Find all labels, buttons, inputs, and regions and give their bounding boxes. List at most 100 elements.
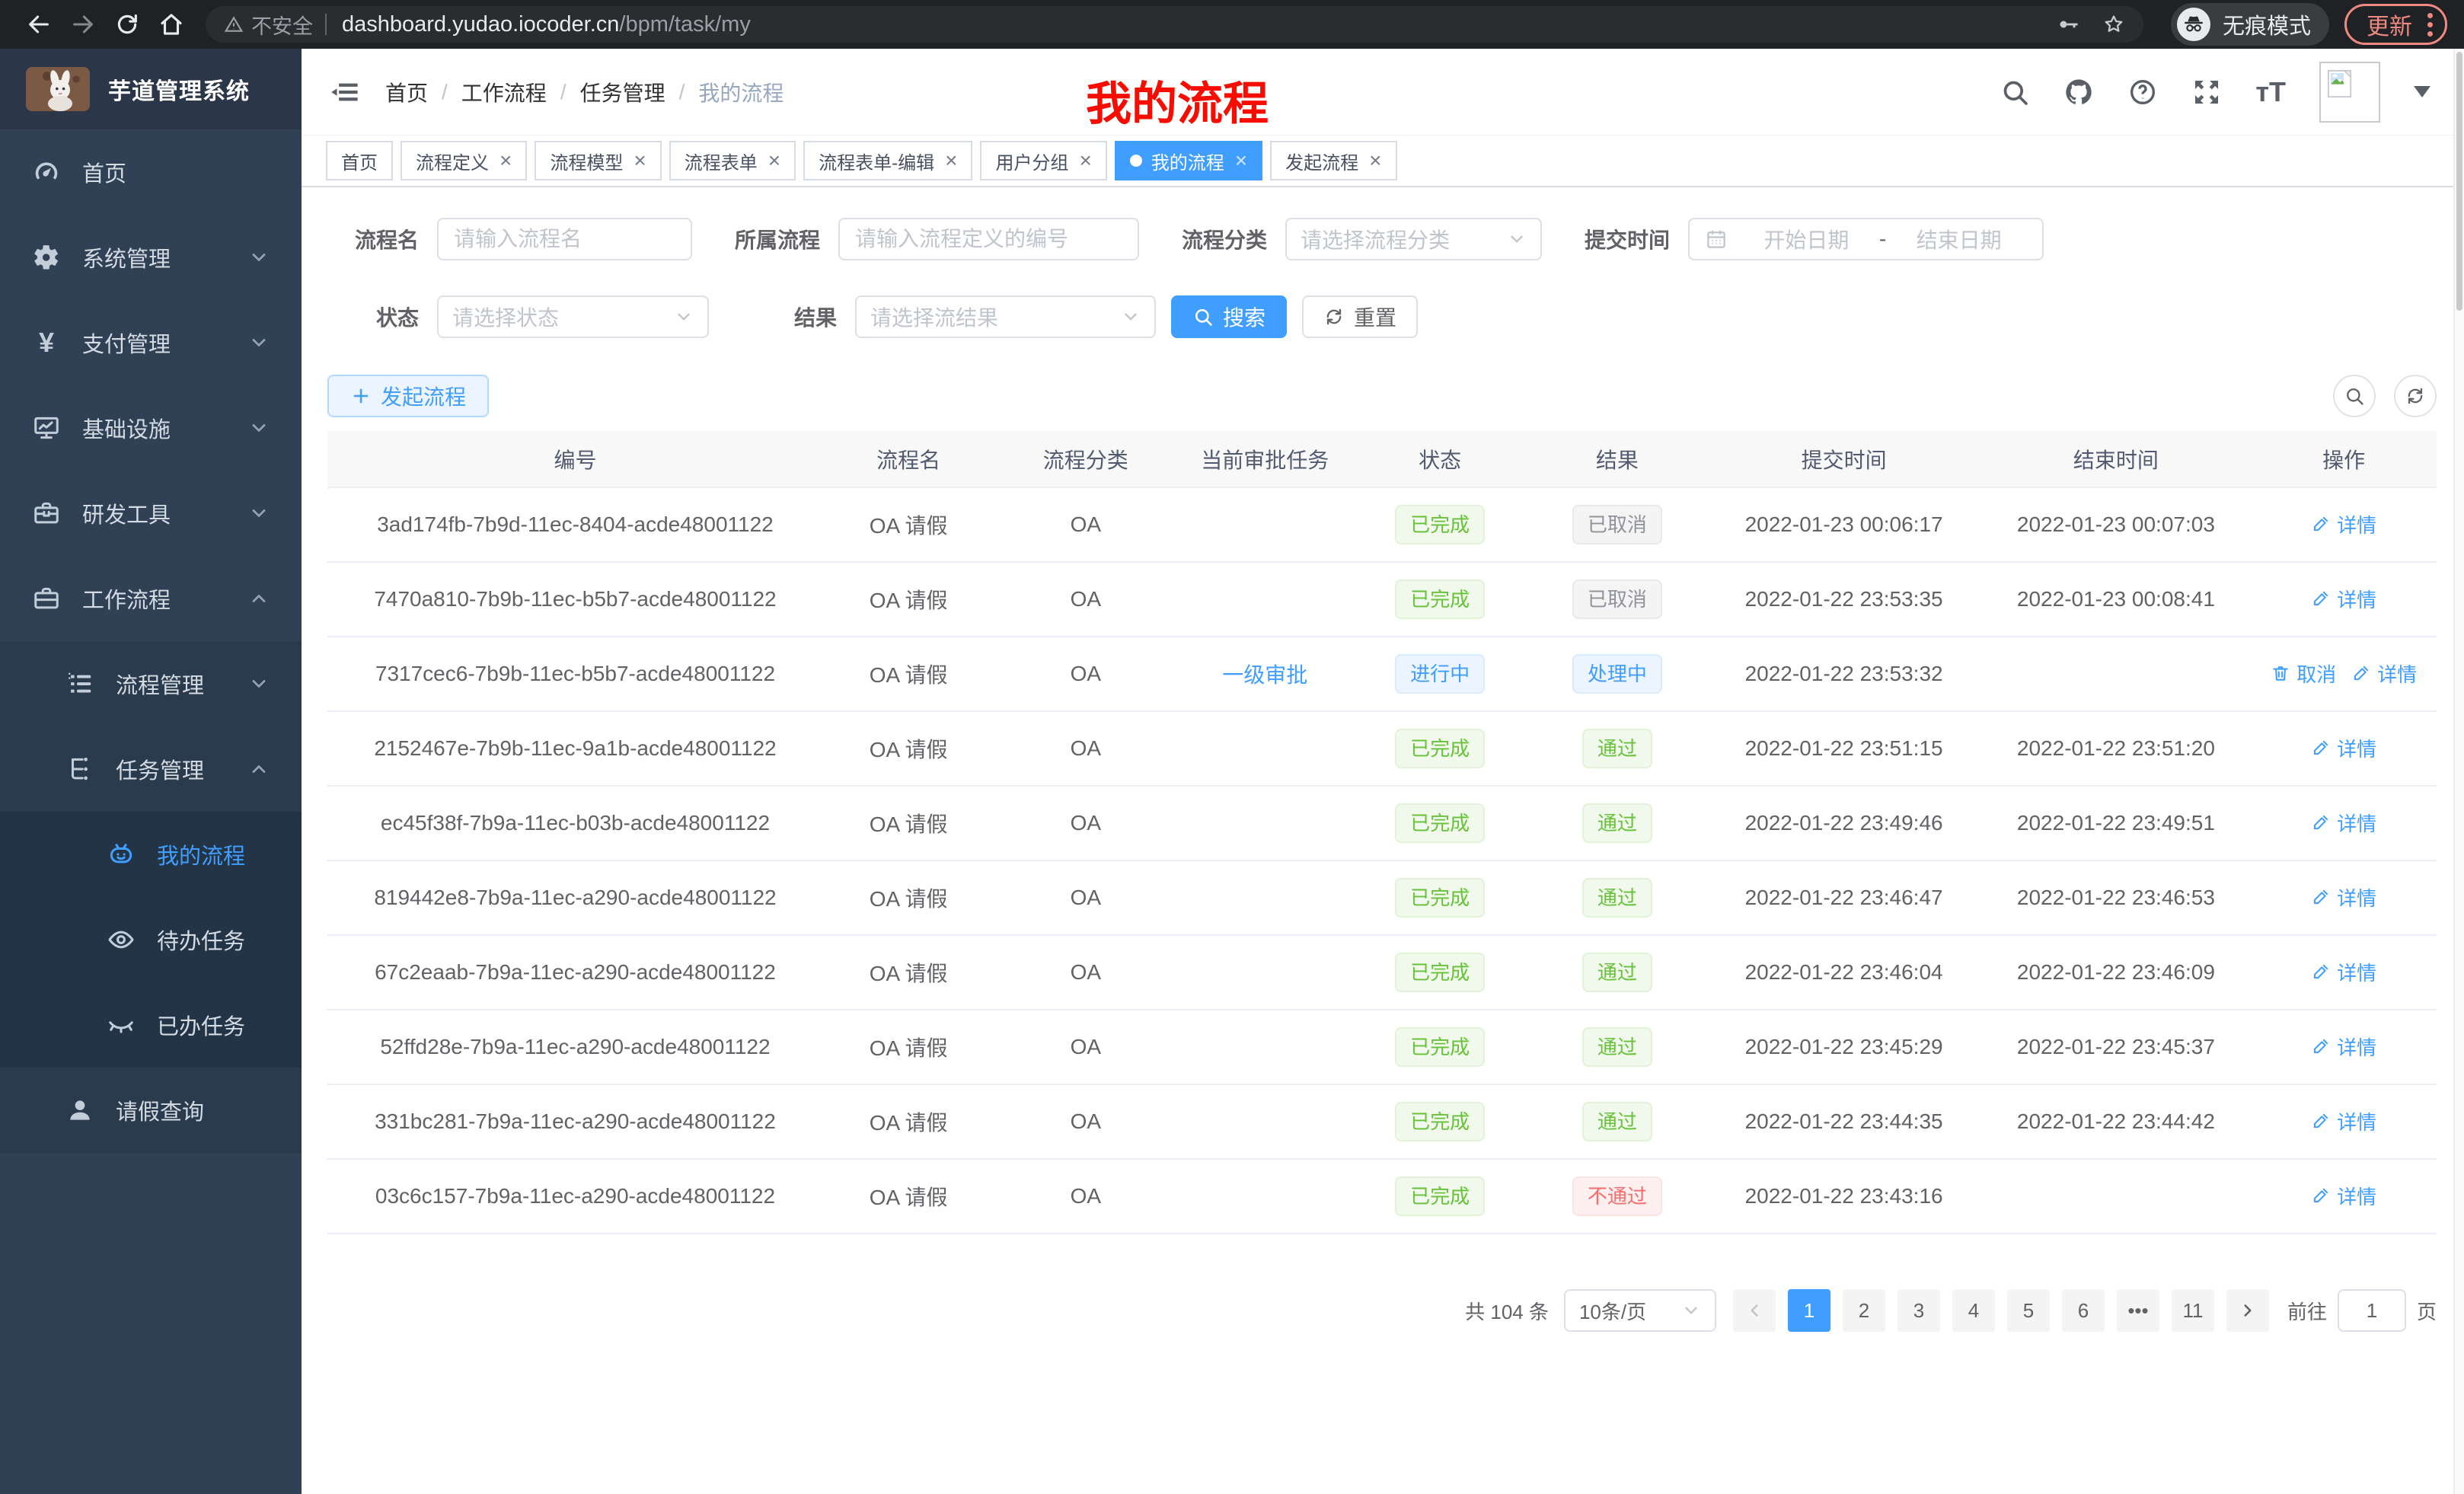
close-icon[interactable]: ×	[1235, 150, 1247, 171]
home-icon[interactable]	[158, 11, 184, 37]
sidebar-item-payment-management[interactable]: ¥支付管理	[0, 300, 302, 385]
detail-button[interactable]: 详情	[2311, 1033, 2376, 1061]
prev-page-button[interactable]	[1733, 1289, 1776, 1332]
process-name-input[interactable]	[437, 218, 692, 260]
close-icon[interactable]: ×	[500, 150, 512, 171]
page-button[interactable]: 4	[1952, 1289, 1995, 1332]
tab-user-group[interactable]: 用户分组×	[980, 141, 1106, 180]
refresh-icon	[2405, 385, 2426, 407]
refresh-table-button[interactable]	[2394, 375, 2437, 417]
table-row: 819442e8-7b9a-11ec-a290-acde48001122OA 请…	[327, 860, 2437, 935]
logo-row[interactable]: 芋道管理系统	[0, 49, 302, 129]
reload-icon[interactable]	[114, 11, 140, 37]
tab-process-form[interactable]: 流程表单 ×	[669, 141, 796, 180]
detail-button[interactable]: 详情	[2311, 734, 2376, 762]
key-icon[interactable]	[2057, 13, 2079, 36]
search-icon[interactable]	[2000, 77, 2030, 107]
chevron-down-icon	[1121, 307, 1141, 327]
sidebar-item-done-tasks[interactable]: 已办任务	[0, 982, 302, 1068]
result-select[interactable]: 请选择流结果	[855, 295, 1156, 338]
process-category-select[interactable]: 请选择流程分类	[1285, 218, 1542, 260]
breadcrumb-workflow[interactable]: 工作流程	[461, 77, 547, 107]
page-button[interactable]: 5	[2007, 1289, 2050, 1332]
pages-more-button[interactable]: •••	[2117, 1289, 2159, 1332]
yen-icon: ¥	[32, 328, 61, 357]
page-button[interactable]: 11	[2172, 1289, 2214, 1332]
browser-menu-icon[interactable]	[2427, 13, 2433, 37]
tab-my-process[interactable]: 我的流程×	[1115, 141, 1262, 180]
fullscreen-icon[interactable]	[2191, 77, 2222, 107]
close-icon[interactable]: ×	[1079, 150, 1091, 171]
cancel-button[interactable]: 取消	[2271, 659, 2336, 688]
caret-down-icon[interactable]	[2414, 86, 2430, 97]
tab-home[interactable]: 首页	[326, 141, 393, 180]
tab-process-form-edit[interactable]: 流程表单-编辑×	[803, 141, 972, 180]
breadcrumb-task-management[interactable]: 任务管理	[580, 77, 665, 107]
detail-button[interactable]: 详情	[2311, 958, 2376, 986]
goto-page-input[interactable]	[2338, 1289, 2406, 1332]
url-path[interactable]: /bpm/task/my	[619, 12, 750, 37]
detail-button[interactable]: 详情	[2311, 883, 2376, 911]
back-icon[interactable]	[26, 11, 52, 37]
broken-image-icon	[2325, 67, 2358, 101]
sidebar: 芋道管理系统 首页系统管理¥支付管理基础设施研发工具工作流程流程管理任务管理我的…	[0, 49, 302, 1494]
close-icon[interactable]: ×	[1369, 150, 1381, 171]
sidebar-item-infrastructure[interactable]: 基础设施	[0, 385, 302, 471]
page-button[interactable]: 6	[2062, 1289, 2105, 1332]
hamburger-icon[interactable]	[329, 76, 361, 108]
page-scrollbar[interactable]	[2453, 49, 2464, 1494]
tab-label: 流程表单	[685, 148, 758, 174]
current-task-link[interactable]: 一级审批	[1222, 663, 1307, 687]
eye-closed-icon	[107, 1010, 136, 1039]
sidebar-item-leave-query[interactable]: 请假查询	[0, 1068, 302, 1153]
sidebar-item-process-management[interactable]: 流程管理	[0, 641, 302, 726]
security-label[interactable]: 不安全	[251, 10, 313, 40]
url-host[interactable]: dashboard.yudao.iocoder.cn	[342, 12, 619, 37]
sidebar-item-dev-tools[interactable]: 研发工具	[0, 471, 302, 556]
column-header-status: 状态	[1352, 431, 1527, 487]
toggle-search-button[interactable]	[2333, 375, 2376, 417]
close-icon[interactable]: ×	[768, 150, 780, 171]
tab-process-model[interactable]: 流程模型×	[535, 141, 661, 180]
scrollbar-thumb[interactable]	[2456, 52, 2462, 311]
status-select[interactable]: 请选择状态	[437, 295, 709, 338]
cell-end_time: 2022-01-22 23:44:42	[1981, 1084, 2252, 1159]
page-button[interactable]: 2	[1843, 1289, 1885, 1332]
detail-button[interactable]: 详情	[2311, 1107, 2376, 1135]
tab-process-definition[interactable]: 流程定义×	[401, 141, 527, 180]
create-process-button[interactable]: 发起流程	[327, 375, 489, 417]
font-size-icon[interactable]: ᴛT	[2255, 76, 2286, 108]
sidebar-item-workflow[interactable]: 工作流程	[0, 556, 302, 641]
detail-label: 详情	[2337, 1182, 2376, 1210]
address-bar[interactable]: 不安全 dashboard.yudao.iocoder.cn /bpm/task…	[206, 6, 2143, 43]
forward-icon[interactable]	[70, 11, 96, 37]
detail-button[interactable]: 详情	[2311, 510, 2376, 538]
close-icon[interactable]: ×	[634, 150, 646, 171]
gear-icon	[32, 243, 61, 272]
next-page-button[interactable]	[2226, 1289, 2269, 1332]
sidebar-item-my-process[interactable]: 我的流程	[0, 812, 302, 897]
close-icon[interactable]: ×	[945, 150, 957, 171]
sidebar-item-system-management[interactable]: 系统管理	[0, 215, 302, 300]
tab-start-process[interactable]: 发起流程×	[1270, 141, 1396, 180]
search-button[interactable]: 搜索	[1171, 295, 1287, 338]
github-icon[interactable]	[2063, 77, 2094, 107]
sidebar-item-todo-tasks[interactable]: 待办任务	[0, 897, 302, 982]
avatar[interactable]	[2319, 62, 2380, 123]
detail-button[interactable]: 详情	[2351, 659, 2417, 688]
detail-button[interactable]: 详情	[2311, 809, 2376, 837]
submit-time-range-picker[interactable]: 开始日期 - 结束日期	[1688, 218, 2044, 260]
sidebar-item-home[interactable]: 首页	[0, 129, 302, 215]
help-icon[interactable]	[2127, 77, 2158, 107]
page-button[interactable]: 3	[1897, 1289, 1940, 1332]
breadcrumb-home[interactable]: 首页	[385, 77, 428, 107]
page-button[interactable]: 1	[1788, 1289, 1830, 1332]
update-button[interactable]: 更新	[2344, 4, 2447, 45]
reset-button[interactable]: 重置	[1302, 295, 1418, 338]
detail-button[interactable]: 详情	[2311, 585, 2376, 613]
process-definition-input[interactable]	[838, 218, 1139, 260]
page-size-select[interactable]: 10条/页	[1564, 1289, 1716, 1332]
detail-button[interactable]: 详情	[2311, 1182, 2376, 1210]
bookmark-star-icon[interactable]	[2102, 13, 2125, 36]
sidebar-item-task-management[interactable]: 任务管理	[0, 726, 302, 812]
